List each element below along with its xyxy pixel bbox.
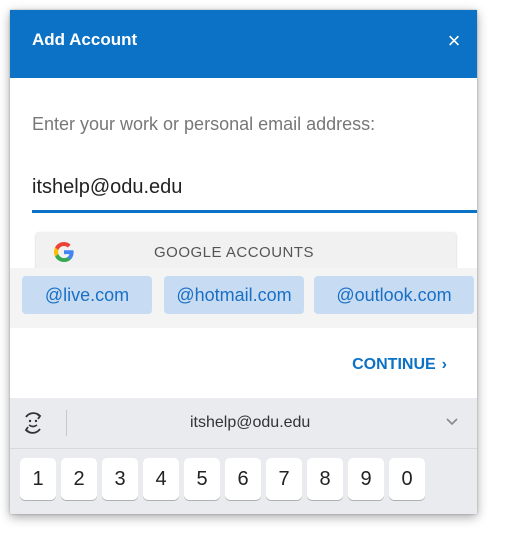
continue-button[interactable]: CONTINUE › — [352, 356, 447, 374]
key-0[interactable]: 0 — [389, 458, 425, 500]
google-accounts-button[interactable]: GOOGLE ACCOUNTS — [36, 232, 456, 272]
continue-label: CONTINUE — [352, 356, 436, 373]
email-field-underline — [32, 210, 477, 213]
number-key-row: 1 2 3 4 5 6 7 8 9 0 — [20, 458, 470, 500]
app-header: Add Account × — [10, 10, 477, 78]
add-account-screen: Add Account × Enter your work or persona… — [10, 10, 477, 514]
page-title: Add Account — [32, 30, 138, 49]
chevron-down-icon[interactable] — [445, 414, 459, 428]
domain-chip[interactable]: @outlook.com — [314, 276, 474, 314]
domain-chip[interactable]: @live.com — [22, 276, 152, 314]
google-accounts-label: GOOGLE ACCOUNTS — [154, 244, 315, 261]
key-1[interactable]: 1 — [20, 458, 56, 500]
keyboard-toolbar: itshelp@odu.edu — [10, 398, 477, 449]
key-5[interactable]: 5 — [184, 458, 220, 500]
email-field[interactable] — [32, 172, 470, 202]
google-g-icon — [54, 242, 74, 262]
soft-keyboard: itshelp@odu.edu 1 2 3 4 5 6 7 8 9 0 — [10, 398, 477, 514]
keyboard-toolbar-divider — [66, 410, 67, 436]
key-3[interactable]: 3 — [102, 458, 138, 500]
keyboard-suggestion[interactable]: itshelp@odu.edu — [190, 414, 310, 432]
key-7[interactable]: 7 — [266, 458, 302, 500]
key-8[interactable]: 8 — [307, 458, 343, 500]
email-prompt: Enter your work or personal email addres… — [32, 114, 376, 134]
close-icon[interactable]: × — [441, 28, 467, 54]
key-4[interactable]: 4 — [143, 458, 179, 500]
key-2[interactable]: 2 — [61, 458, 97, 500]
domain-suggestions: @live.com @hotmail.com @outlook.com — [10, 268, 477, 328]
emoji-icon[interactable] — [20, 410, 46, 436]
domain-chip[interactable]: @hotmail.com — [164, 276, 304, 314]
key-6[interactable]: 6 — [225, 458, 261, 500]
chevron-right-icon: › — [441, 356, 447, 373]
key-9[interactable]: 9 — [348, 458, 384, 500]
